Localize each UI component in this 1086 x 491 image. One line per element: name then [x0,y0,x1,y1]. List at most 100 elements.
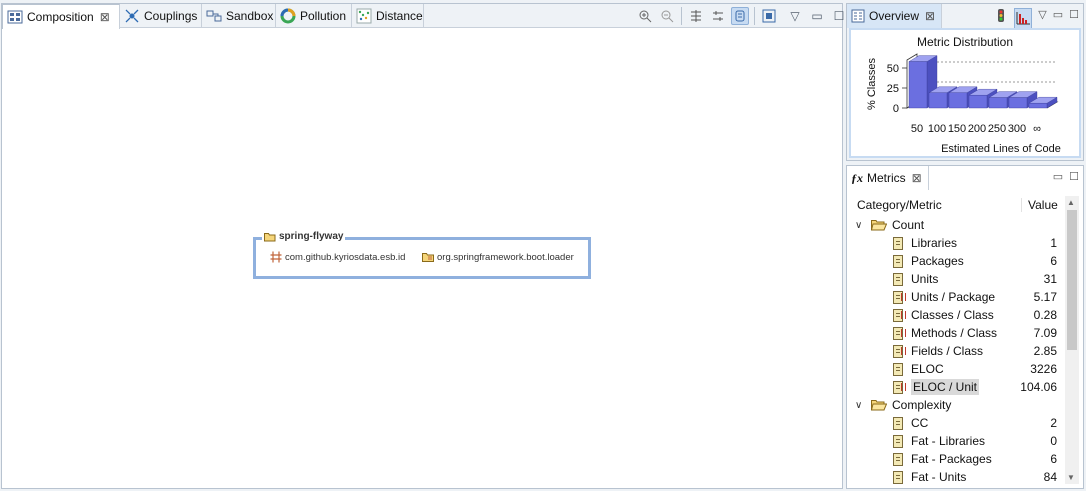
metric-label-cell: Libraries [893,236,957,250]
ratio-metric-icon [893,380,906,394]
tab-metrics[interactable]: ƒx Metrics ⊠ [847,166,929,190]
filter-toggle-icon[interactable] [731,7,749,25]
expand-chevron-icon[interactable]: ∨ [855,220,862,231]
metrics-toolbar: ▭ ☐ [1053,170,1079,183]
metric-label-cell: ELOC [893,362,944,376]
metric-label: ELOC / Unit [911,379,980,395]
metric-row[interactable]: Fat - Packages 6 [851,450,1063,468]
metric-row[interactable]: Methods / Class 7.09 [851,324,1063,342]
metric-category-row[interactable]: ∨ Complexity [851,396,1063,414]
zoom-out-icon[interactable] [658,7,676,25]
minimize-icon[interactable]: ▭ [1053,8,1063,29]
metric-row[interactable]: Fields / Class 2.85 [851,342,1063,360]
metric-label: Fields / Class [911,344,984,358]
view-menu-chevron-down-icon[interactable]: ▽ [1038,8,1046,29]
metric-row[interactable]: Units 31 [851,270,1063,288]
chart-title: Metric Distribution [917,35,1013,49]
tab-couplings[interactable]: Couplings [120,4,202,28]
chart-bar [908,61,928,109]
metric-icon [893,452,903,466]
traffic-light-icon[interactable] [994,8,1008,29]
package-node[interactable]: org.springframework.boot.loader [422,251,574,263]
scroll-up-icon[interactable]: ▲ [1067,198,1075,207]
tab-couplings-label: Couplings [144,9,198,23]
metrics-scrollbar[interactable]: ▲ ▼ [1065,196,1079,484]
view-menu-chevron-down-icon[interactable]: ▽ [786,7,804,25]
tab-distance-label: Distance [376,9,423,23]
metric-row[interactable]: Packages 6 [851,252,1063,270]
layout-horizontal-icon[interactable] [709,7,727,25]
minimize-icon[interactable]: ▭ [1053,170,1063,183]
composition-editor: Composition ⊠ Couplings Sandbox Pollutio… [1,3,844,489]
scrollbar-thumb[interactable] [1067,210,1077,350]
metric-icon [893,236,903,250]
metric-value: 104.06 [1020,380,1057,394]
scroll-down-icon[interactable]: ▼ [1067,473,1075,482]
x-tick-label: 200 [968,123,986,135]
chart-svg: Metric Distribution50250% Classes50 100 15… [866,35,1061,155]
overview-icon [851,9,865,23]
histogram-icon[interactable] [1014,8,1033,29]
editor-tab-bar: Composition ⊠ Couplings Sandbox Pollutio… [2,4,844,29]
metric-distribution-chart: Metric Distribution 50 25 0% Classes 50 100 15… [849,28,1081,158]
metric-label: Classes / Class [911,308,994,322]
zoom-in-icon[interactable] [636,7,654,25]
metric-row[interactable]: ELOC 3226 [851,360,1063,378]
metric-label: Libraries [911,236,958,250]
metric-icon [893,362,903,376]
x-tick-label: 300 [1008,123,1026,135]
metric-label: Count [892,218,925,232]
library-node-label: spring-flyway [279,231,344,242]
y-axis-label: % Classes [866,58,878,110]
tab-sandbox[interactable]: Sandbox [202,4,276,28]
metric-label-cell: ELOC / Unit [893,379,980,395]
library-node[interactable]: spring-flyway com.github.kyriosdata.esb.… [253,231,591,279]
y-tick-label: 0 [893,103,899,115]
tab-overview-close-icon[interactable]: ⊠ [925,9,935,23]
y-tick-label: 25 [887,83,899,95]
chart-bar [1028,102,1048,109]
tab-overview-label: Overview [869,9,920,23]
metric-label-cell: Units / Package [893,290,995,304]
tab-metrics-close-icon[interactable]: ⊠ [912,171,922,185]
overview-view: Overview ⊠ ▽ ▭ ☐ Metric Distribution 50 25… [846,3,1084,161]
maximize-icon[interactable]: ☐ [1069,170,1079,183]
chart-bar [1008,97,1028,109]
tab-overview[interactable]: Overview ⊠ [847,4,943,28]
tab-composition-close-icon[interactable]: ⊠ [100,10,110,24]
metric-row[interactable]: Libraries 1 [851,234,1063,252]
tab-pollution[interactable]: Pollution [276,4,352,28]
folder-open-icon [264,232,276,241]
composition-canvas[interactable]: spring-flyway com.github.kyriosdata.esb.… [2,29,842,488]
folder-open-icon [871,220,887,231]
column-header-metric[interactable]: Category/Metric [857,198,942,212]
distance-icon [356,8,372,24]
maximize-icon[interactable]: ☐ [1069,8,1079,29]
metric-label: Units [911,272,939,286]
metric-value: 31 [1043,272,1057,286]
column-header-value[interactable]: Value [1021,198,1058,212]
package-node[interactable]: com.github.kyriosdata.esb.id [270,251,405,263]
minimize-icon[interactable]: ▭ [808,7,826,25]
metric-category-row[interactable]: ∨ Count [851,216,1063,234]
layout-vertical-icon[interactable] [687,7,705,25]
metric-label-cell: Fat - Packages [893,452,992,466]
metric-row[interactable]: Fat - Libraries 0 [851,432,1063,450]
tab-composition[interactable]: Composition ⊠ [2,4,120,29]
metric-label-cell: Packages [893,254,964,268]
metric-row[interactable]: Classes / Class 0.28 [851,306,1063,324]
metric-row[interactable]: CC 2 [851,414,1063,432]
tab-pollution-label: Pollution [300,9,347,23]
metric-row[interactable]: Fat - Units 84 [851,468,1063,486]
folder-open-icon [871,400,887,411]
metric-label-cell: Count [871,218,924,232]
fit-view-icon[interactable] [760,7,778,25]
metric-row[interactable]: ELOC / Unit 104.06 [851,378,1063,396]
metric-icon [893,416,903,430]
metric-label-cell: Fat - Libraries [893,434,985,448]
tab-distance[interactable]: Distance [352,4,424,28]
expand-chevron-icon[interactable]: ∨ [855,400,862,411]
metric-value: 1 [1050,236,1057,250]
package-folder-icon [422,251,434,263]
metric-row[interactable]: Units / Package 5.17 [851,288,1063,306]
